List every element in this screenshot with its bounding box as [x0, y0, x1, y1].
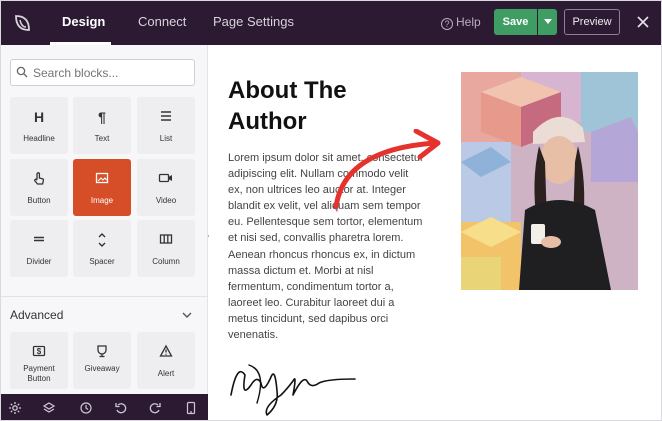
heading-icon: H — [33, 109, 45, 125]
page-builder-window: Design Connect Page Settings ? Help Save … — [0, 0, 662, 421]
dollar-icon: $ — [10, 344, 68, 360]
close-icon[interactable] — [634, 13, 652, 31]
help-link[interactable]: ? Help — [441, 1, 481, 45]
block-button[interactable]: Button — [10, 159, 68, 216]
block-text[interactable]: ¶ Text — [73, 97, 131, 154]
block-label: Payment Button — [23, 364, 55, 383]
redo-icon[interactable] — [148, 401, 162, 415]
tab-page-settings[interactable]: Page Settings — [213, 1, 294, 45]
chevron-down-icon[interactable] — [182, 311, 192, 319]
page-title[interactable]: About The Author — [228, 75, 408, 137]
svg-text:$: $ — [37, 347, 42, 356]
divider-icon — [10, 232, 68, 248]
block-column[interactable]: Column — [137, 220, 195, 277]
logo-icon[interactable] — [11, 11, 35, 35]
search-icon — [16, 66, 28, 78]
pointer-icon — [10, 171, 68, 187]
block-image[interactable]: Image — [73, 159, 131, 216]
block-label: Image — [90, 196, 114, 205]
page-canvas: About The Author Lorem ipsum dolor sit a… — [209, 45, 661, 420]
paragraph-icon: ¶ — [98, 109, 106, 125]
block-label: Alert — [157, 369, 175, 378]
block-divider[interactable]: Divider — [10, 220, 68, 277]
top-bar: Design Connect Page Settings ? Help Save … — [1, 1, 661, 45]
list-icon — [137, 109, 195, 125]
author-photo[interactable] — [461, 72, 638, 290]
block-giveaway[interactable]: Giveaway — [73, 332, 131, 389]
mobile-preview-icon[interactable] — [184, 401, 198, 415]
help-icon: ? — [441, 18, 453, 30]
column-icon — [137, 232, 195, 248]
blocks-sidebar: H Headline ¶ Text List Button Image — [1, 45, 208, 394]
history-icon[interactable] — [79, 401, 93, 415]
block-label: Button — [27, 196, 51, 205]
block-label: Divider — [26, 257, 52, 266]
alert-icon — [137, 344, 195, 360]
video-icon — [137, 171, 195, 187]
block-label: List — [159, 134, 173, 143]
block-label: Video — [155, 196, 177, 205]
layers-icon[interactable] — [42, 401, 56, 415]
arrow-doodle — [333, 129, 441, 210]
trophy-icon — [73, 344, 131, 360]
block-payment-button[interactable]: $ Payment Button — [10, 332, 68, 389]
save-button[interactable]: Save — [494, 9, 537, 35]
undo-icon[interactable] — [114, 401, 128, 415]
tab-connect[interactable]: Connect — [138, 1, 186, 45]
block-label: Headline — [23, 134, 55, 143]
help-label: Help — [456, 15, 481, 29]
block-label: Giveaway — [84, 364, 120, 373]
advanced-section-title[interactable]: Advanced — [10, 308, 63, 322]
block-alert[interactable]: Alert — [137, 332, 195, 389]
bottom-toolbar — [1, 394, 208, 420]
search-blocks-input[interactable] — [10, 59, 195, 86]
settings-icon[interactable] — [8, 401, 22, 415]
save-options-dropdown[interactable] — [538, 9, 557, 35]
block-spacer[interactable]: Spacer — [73, 220, 131, 277]
author-signature — [230, 364, 356, 416]
spacer-icon — [73, 232, 131, 248]
block-headline[interactable]: H Headline — [10, 97, 68, 154]
block-label: Spacer — [89, 257, 115, 266]
section-divider — [1, 296, 208, 297]
block-video[interactable]: Video — [137, 159, 195, 216]
block-label: Text — [94, 134, 110, 143]
preview-button[interactable]: Preview — [564, 9, 620, 35]
block-list[interactable]: List — [137, 97, 195, 154]
block-label: Column — [152, 257, 180, 266]
tab-design[interactable]: Design — [62, 1, 105, 45]
image-icon — [73, 171, 131, 187]
